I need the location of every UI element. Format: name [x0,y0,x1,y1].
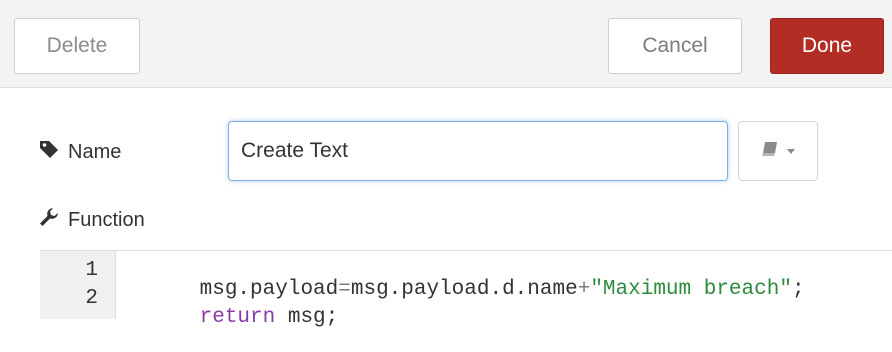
code-token: = [338,278,351,301]
line-number: 2 [85,286,98,310]
code-token: + [577,278,591,301]
done-button[interactable]: Done [770,18,884,74]
function-row-label: Function [38,204,145,236]
delete-button[interactable]: Delete [14,18,140,74]
library-button[interactable] [738,121,818,181]
caret-down-icon [786,142,796,160]
code-line[interactable]: 2 return msg; [40,283,338,330]
function-label: Function [68,208,145,231]
tag-icon [38,139,60,165]
code-editor[interactable]: 1 msg.payload=msg.payload.d.name+"Maximu… [40,250,892,330]
code-line[interactable]: 1 msg.payload=msg.payload.d.name+"Maximu… [40,255,804,302]
book-icon [760,140,780,163]
code-token: "Maximum breach" [590,278,792,301]
cancel-button[interactable]: Cancel [608,18,742,74]
name-input[interactable] [228,121,728,181]
name-label: Name [68,140,122,163]
tray-toolbar: Delete Cancel Done [0,0,892,88]
name-row-label: Name [38,136,121,168]
code-token: ; [791,278,805,301]
code-token: msg.payload.d.name [350,278,578,301]
line-number: 1 [85,258,98,282]
wrench-icon [38,206,60,234]
